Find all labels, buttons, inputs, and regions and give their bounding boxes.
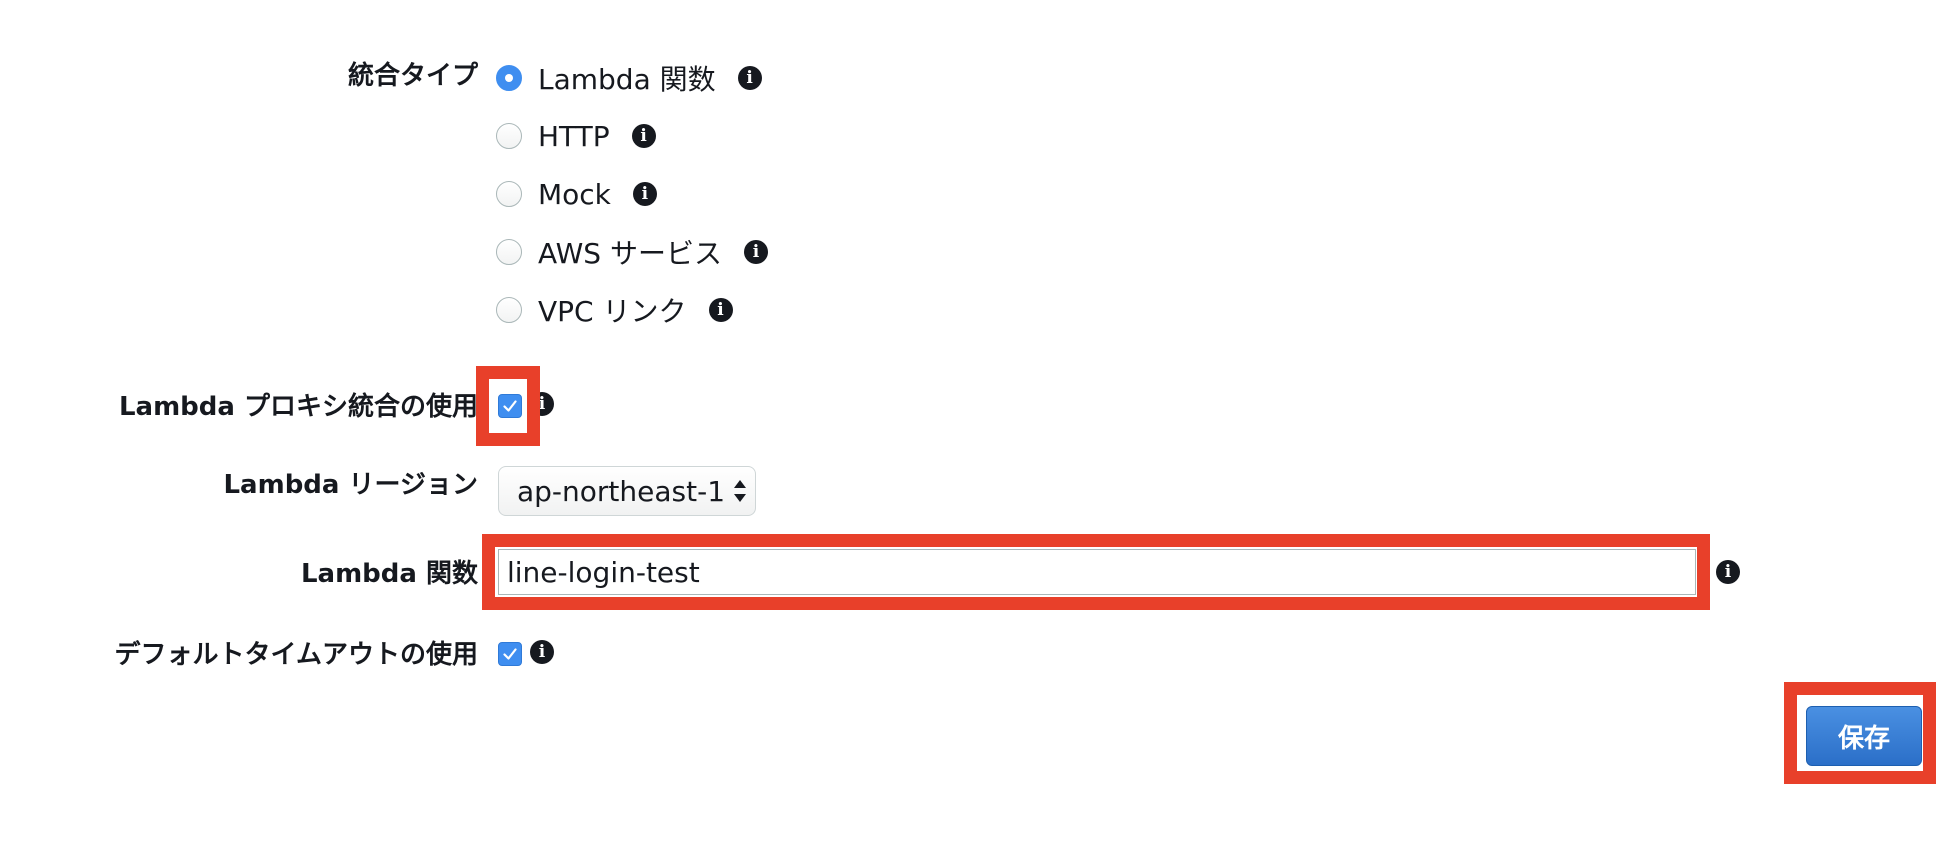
lambda-function-label: Lambda 関数 [300,559,478,589]
integration-request-form: 統合タイプ Lambda 関数 i HTTP i Mock i AWS サービス… [0,0,1936,850]
integration-type-label: 統合タイプ [347,61,478,91]
radio-aws-service[interactable] [496,239,522,265]
radio-lambda[interactable] [496,65,522,91]
radio-option-lambda[interactable]: Lambda 関数 i [496,58,762,98]
lambda-proxy-label: Lambda プロキシ統合の使用 [118,392,478,422]
default-timeout-checkbox[interactable] [498,642,522,666]
radio-mock[interactable] [496,181,522,207]
radio-option-mock[interactable]: Mock i [496,174,657,214]
select-arrows-icon [734,480,746,502]
radio-option-http[interactable]: HTTP i [496,116,656,156]
info-icon[interactable]: i [737,66,762,90]
radio-option-vpc-link[interactable]: VPC リンク i [496,290,733,330]
default-timeout-label: デフォルトタイムアウトの使用 [114,640,478,670]
save-button[interactable]: 保存 [1806,706,1922,766]
info-icon[interactable]: i [708,298,733,322]
radio-http[interactable] [496,123,522,149]
lambda-proxy-checkbox[interactable] [498,394,522,418]
info-icon[interactable]: i [530,640,554,664]
radio-label-lambda: Lambda 関数 [538,63,716,96]
info-icon[interactable]: i [632,182,657,206]
radio-label-vpc-link: VPC リンク [538,295,687,328]
lambda-region-label: Lambda リージョン [223,470,478,500]
radio-label-http: HTTP [538,119,610,153]
info-icon[interactable]: i [530,392,554,416]
info-icon[interactable]: i [743,240,768,264]
lambda-region-select[interactable]: ap-northeast-1 [498,466,756,516]
checkmark-icon [503,648,517,660]
radio-vpc-link[interactable] [496,297,522,323]
info-icon[interactable]: i [631,124,656,148]
radio-option-aws-service[interactable]: AWS サービス i [496,232,768,272]
lambda-region-value: ap-northeast-1 [517,474,726,508]
radio-label-aws-service: AWS サービス [538,237,722,270]
radio-label-mock: Mock [538,177,611,211]
info-icon[interactable]: i [1716,560,1740,584]
lambda-function-input[interactable] [498,549,1696,595]
checkmark-icon [503,400,517,412]
